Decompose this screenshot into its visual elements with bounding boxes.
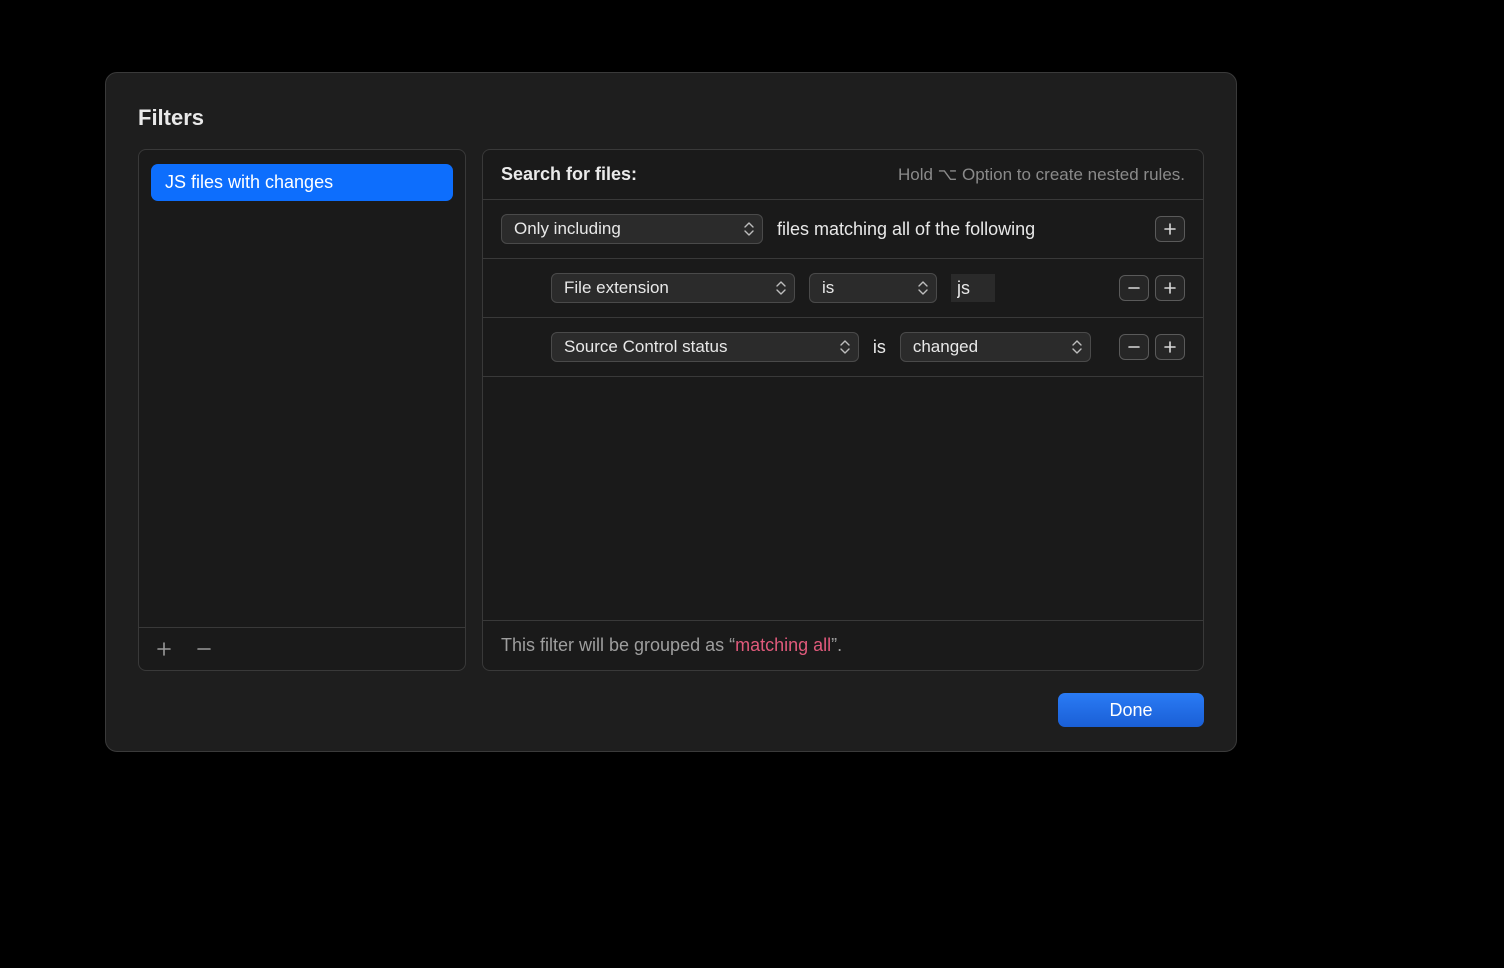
- rule-attribute-popup[interactable]: Source Control status: [551, 332, 859, 362]
- rule-attribute-label: Source Control status: [564, 337, 727, 357]
- dialog-body: JS files with changes Search for files: …: [138, 149, 1204, 671]
- option-key-icon: ⌥: [938, 165, 958, 185]
- rules-header: Search for files: Hold ⌥ Option to creat…: [483, 150, 1203, 200]
- filters-sidebar: JS files with changes: [138, 149, 466, 671]
- dialog-button-row: Done: [138, 671, 1204, 727]
- dialog-title: Filters: [138, 105, 1204, 131]
- rule-value-input[interactable]: [951, 274, 995, 302]
- scope-popup[interactable]: Only including: [501, 214, 763, 244]
- rule-pill-group: [1119, 334, 1185, 360]
- rule-row: File extension is: [483, 259, 1203, 318]
- rules-empty-area: [483, 377, 1203, 620]
- summary-highlight: matching all: [735, 635, 831, 655]
- plus-icon: [1163, 281, 1177, 295]
- filters-list-item[interactable]: JS files with changes: [151, 164, 453, 201]
- root-rule-suffix: files matching all of the following: [777, 219, 1035, 240]
- plus-icon: [1163, 222, 1177, 236]
- add-filter-button[interactable]: [153, 638, 175, 660]
- filters-list-item-label: JS files with changes: [165, 172, 333, 192]
- rule-value-popup[interactable]: changed: [900, 332, 1091, 362]
- updown-icon: [742, 220, 756, 238]
- root-rule-row: Only including files matching all of the…: [483, 200, 1203, 259]
- summary-suffix: ”.: [831, 635, 842, 655]
- add-rule-button[interactable]: [1155, 334, 1185, 360]
- minus-icon: [196, 641, 212, 657]
- rules-panel: Search for files: Hold ⌥ Option to creat…: [482, 149, 1204, 671]
- scope-popup-label: Only including: [514, 219, 621, 239]
- updown-icon: [838, 338, 852, 356]
- done-button[interactable]: Done: [1058, 693, 1204, 727]
- filters-list[interactable]: JS files with changes: [139, 150, 465, 627]
- plus-icon: [1163, 340, 1177, 354]
- minus-icon: [1127, 340, 1141, 354]
- rule-row: Source Control status is changed: [483, 318, 1203, 377]
- rule-operator-popup[interactable]: is: [809, 273, 937, 303]
- remove-rule-button[interactable]: [1119, 334, 1149, 360]
- filters-dialog: Filters JS files with changes Search fo: [105, 72, 1237, 752]
- rule-pill-group: [1119, 275, 1185, 301]
- rule-attribute-label: File extension: [564, 278, 669, 298]
- rule-operator-static: is: [873, 337, 886, 358]
- rules-header-label: Search for files:: [501, 164, 637, 185]
- rules-header-hint: Hold ⌥ Option to create nested rules.: [898, 165, 1185, 185]
- summary-row: This filter will be grouped as “matching…: [483, 620, 1203, 670]
- minus-icon: [1127, 281, 1141, 295]
- remove-filter-button[interactable]: [193, 638, 215, 660]
- summary-prefix: This filter will be grouped as “: [501, 635, 735, 655]
- rule-attribute-popup[interactable]: File extension: [551, 273, 795, 303]
- add-rule-button[interactable]: [1155, 216, 1185, 242]
- filters-sidebar-footer: [139, 627, 465, 670]
- plus-icon: [156, 641, 172, 657]
- updown-icon: [1070, 338, 1084, 356]
- rule-value-label: changed: [913, 337, 978, 357]
- remove-rule-button[interactable]: [1119, 275, 1149, 301]
- rule-operator-label: is: [822, 278, 834, 298]
- updown-icon: [916, 279, 930, 297]
- updown-icon: [774, 279, 788, 297]
- add-rule-button[interactable]: [1155, 275, 1185, 301]
